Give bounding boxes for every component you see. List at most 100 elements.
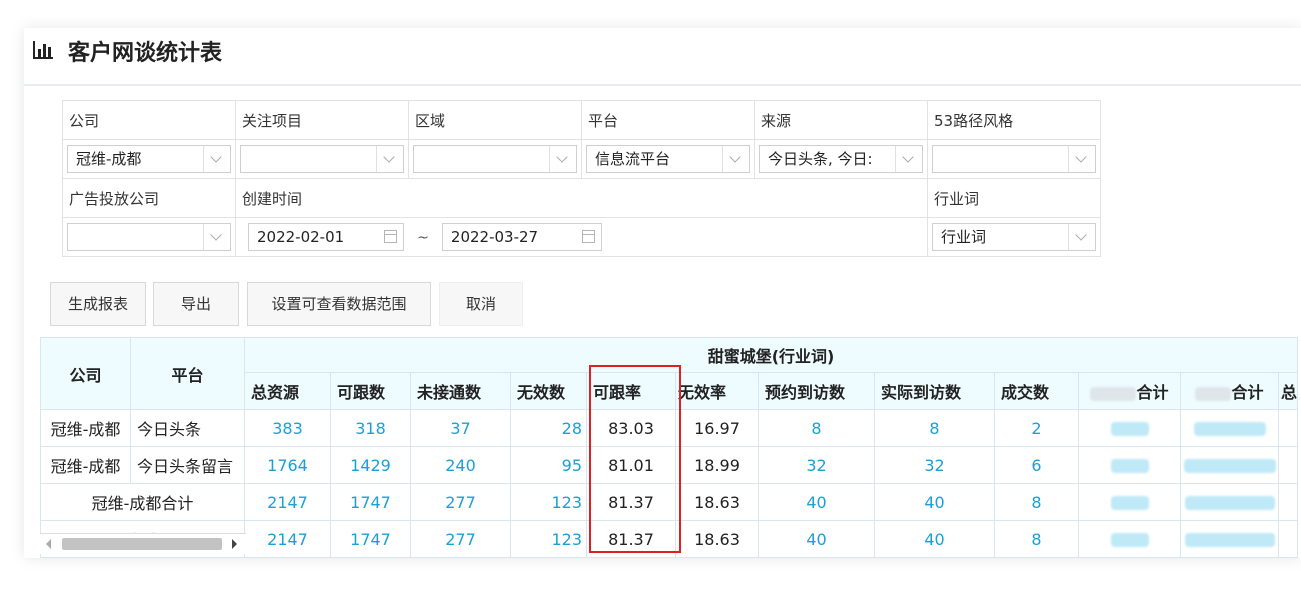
cell-deals[interactable]: 6 bbox=[994, 446, 1079, 484]
focus-project-label: 关注项目 bbox=[235, 100, 409, 140]
row-subtotal-label: 冠维-成都合计 bbox=[40, 483, 245, 521]
chevron-down-icon bbox=[203, 224, 230, 250]
scroll-right-icon[interactable] bbox=[232, 539, 237, 549]
cell-followable[interactable]: 1429 bbox=[330, 446, 411, 484]
path-style-select[interactable] bbox=[932, 145, 1096, 173]
source-select-value: 今日头条, 今日: bbox=[768, 150, 873, 168]
company-select[interactable]: 冠维-成都 bbox=[67, 145, 231, 173]
created-time-label: 创建时间 bbox=[235, 178, 928, 218]
cell-appointments[interactable]: 8 bbox=[758, 409, 875, 447]
cell-actual-visits[interactable]: 40 bbox=[874, 520, 995, 558]
cell-actual-visits[interactable]: 40 bbox=[874, 483, 995, 521]
cell-appointments[interactable]: 40 bbox=[758, 520, 875, 558]
redacted-block bbox=[1184, 496, 1275, 510]
date-from-input[interactable]: 2022-02-01 bbox=[248, 223, 404, 251]
redacted-block bbox=[1110, 459, 1149, 473]
header-extra-total-1-label: 合计 bbox=[1136, 383, 1169, 402]
source-label: 来源 bbox=[754, 100, 928, 140]
cell-deals[interactable]: 8 bbox=[994, 483, 1079, 521]
cell-redacted bbox=[1078, 520, 1181, 558]
cell-redacted bbox=[1078, 483, 1181, 521]
row-platform: 今日头条留言 bbox=[130, 446, 245, 484]
cell-unconnected[interactable]: 37 bbox=[410, 409, 511, 447]
cancel-button[interactable]: 取消 bbox=[439, 282, 523, 326]
group-header: 甜蜜城堡(行业词) bbox=[243, 337, 1299, 373]
cell-invalid[interactable]: 123 bbox=[510, 520, 587, 558]
calendar-icon[interactable] bbox=[581, 230, 595, 243]
cell-total-resources[interactable]: 2147 bbox=[244, 483, 331, 521]
ad-company-select[interactable] bbox=[67, 223, 231, 251]
cell-unconnected[interactable]: 277 bbox=[410, 483, 511, 521]
date-to-input[interactable]: 2022-03-27 bbox=[441, 223, 602, 251]
platform-select[interactable]: 信息流平台 bbox=[586, 145, 750, 173]
company-select-value: 冠维-成都 bbox=[76, 150, 142, 168]
cell-invalid[interactable]: 95 bbox=[510, 446, 587, 484]
col-platform-header: 平台 bbox=[130, 337, 245, 410]
focus-project-select[interactable] bbox=[240, 145, 404, 173]
cell-unconnected[interactable]: 240 bbox=[410, 446, 511, 484]
header-invalid-rate: 无效率 bbox=[675, 372, 759, 410]
scrollbar-thumb[interactable] bbox=[62, 538, 222, 550]
cell-redacted bbox=[1180, 446, 1279, 484]
cell-redacted bbox=[1277, 520, 1299, 558]
cell-redacted bbox=[1277, 446, 1299, 484]
row-platform: 今日头条 bbox=[130, 409, 245, 447]
cell-followable[interactable]: 1747 bbox=[330, 483, 411, 521]
industry-word-label: 行业词 bbox=[927, 178, 1101, 218]
cell-followable[interactable]: 318 bbox=[330, 409, 411, 447]
cell-total-resources[interactable]: 1764 bbox=[244, 446, 331, 484]
redacted-block bbox=[1184, 533, 1275, 547]
chevron-down-icon bbox=[1068, 224, 1095, 250]
header-deals: 成交数 bbox=[994, 372, 1079, 410]
cell-invalid[interactable]: 28 bbox=[510, 409, 587, 447]
cell-actual-visits[interactable]: 32 bbox=[874, 446, 995, 484]
industry-word-select[interactable]: 行业词 bbox=[932, 223, 1096, 251]
header-actual-visits: 实际到访数 bbox=[874, 372, 995, 410]
scroll-left-icon[interactable] bbox=[46, 539, 51, 549]
header-extra-total-1: 合计 bbox=[1078, 372, 1181, 410]
cell-deals[interactable]: 2 bbox=[994, 409, 1079, 447]
company-label: 公司 bbox=[62, 100, 236, 140]
horizontal-scrollbar[interactable] bbox=[40, 533, 246, 554]
cell-followable[interactable]: 1747 bbox=[330, 520, 411, 558]
export-button[interactable]: 导出 bbox=[153, 282, 239, 326]
cell-invalid[interactable]: 123 bbox=[510, 483, 587, 521]
redacted-block bbox=[1183, 459, 1276, 473]
filter-grid: 公司 关注项目 区域 平台 来源 53路径风格 冠维-成都 信息流平台 今日头条… bbox=[62, 100, 1101, 257]
source-select[interactable]: 今日头条, 今日: bbox=[759, 145, 923, 173]
header-appointments: 预约到访数 bbox=[758, 372, 875, 410]
header-extra-total-3: 总 bbox=[1277, 372, 1299, 410]
platform-select-value: 信息流平台 bbox=[595, 150, 671, 168]
header-unconnected: 未接通数 bbox=[410, 372, 511, 410]
header-extra-total-2-label: 合计 bbox=[1231, 383, 1264, 402]
cell-redacted bbox=[1078, 409, 1181, 447]
platform-label: 平台 bbox=[581, 100, 755, 140]
chevron-down-icon bbox=[376, 146, 403, 172]
redacted-block bbox=[1110, 496, 1149, 510]
cell-redacted bbox=[1277, 483, 1299, 521]
redacted-block bbox=[1110, 533, 1149, 547]
generate-report-button[interactable]: 生成报表 bbox=[50, 282, 146, 326]
set-data-scope-button[interactable]: 设置可查看数据范围 bbox=[247, 282, 431, 326]
cell-total-resources[interactable]: 383 bbox=[244, 409, 331, 447]
path-style-label: 53路径风格 bbox=[927, 100, 1101, 140]
chevron-down-icon bbox=[1068, 146, 1095, 172]
row-company: 冠维-成都 bbox=[40, 446, 131, 484]
calendar-icon[interactable] bbox=[384, 230, 397, 243]
redacted-block bbox=[1193, 422, 1266, 436]
cell-redacted bbox=[1180, 409, 1279, 447]
cell-appointments[interactable]: 32 bbox=[758, 446, 875, 484]
cell-appointments[interactable]: 40 bbox=[758, 483, 875, 521]
industry-word-select-value: 行业词 bbox=[941, 228, 987, 246]
cell-deals[interactable]: 8 bbox=[994, 520, 1079, 558]
cell-total-resources[interactable]: 2147 bbox=[244, 520, 331, 558]
cell-unconnected[interactable]: 277 bbox=[410, 520, 511, 558]
ad-company-label: 广告投放公司 bbox=[62, 178, 236, 218]
cell-actual-visits[interactable]: 8 bbox=[874, 409, 995, 447]
cell-invalid-rate: 18.63 bbox=[675, 520, 759, 558]
col-company-header: 公司 bbox=[40, 337, 131, 410]
date-from-value: 2022-02-01 bbox=[257, 228, 345, 246]
region-select[interactable] bbox=[413, 145, 577, 173]
cell-redacted bbox=[1180, 483, 1279, 521]
page-title: 客户网谈统计表 bbox=[68, 41, 223, 66]
